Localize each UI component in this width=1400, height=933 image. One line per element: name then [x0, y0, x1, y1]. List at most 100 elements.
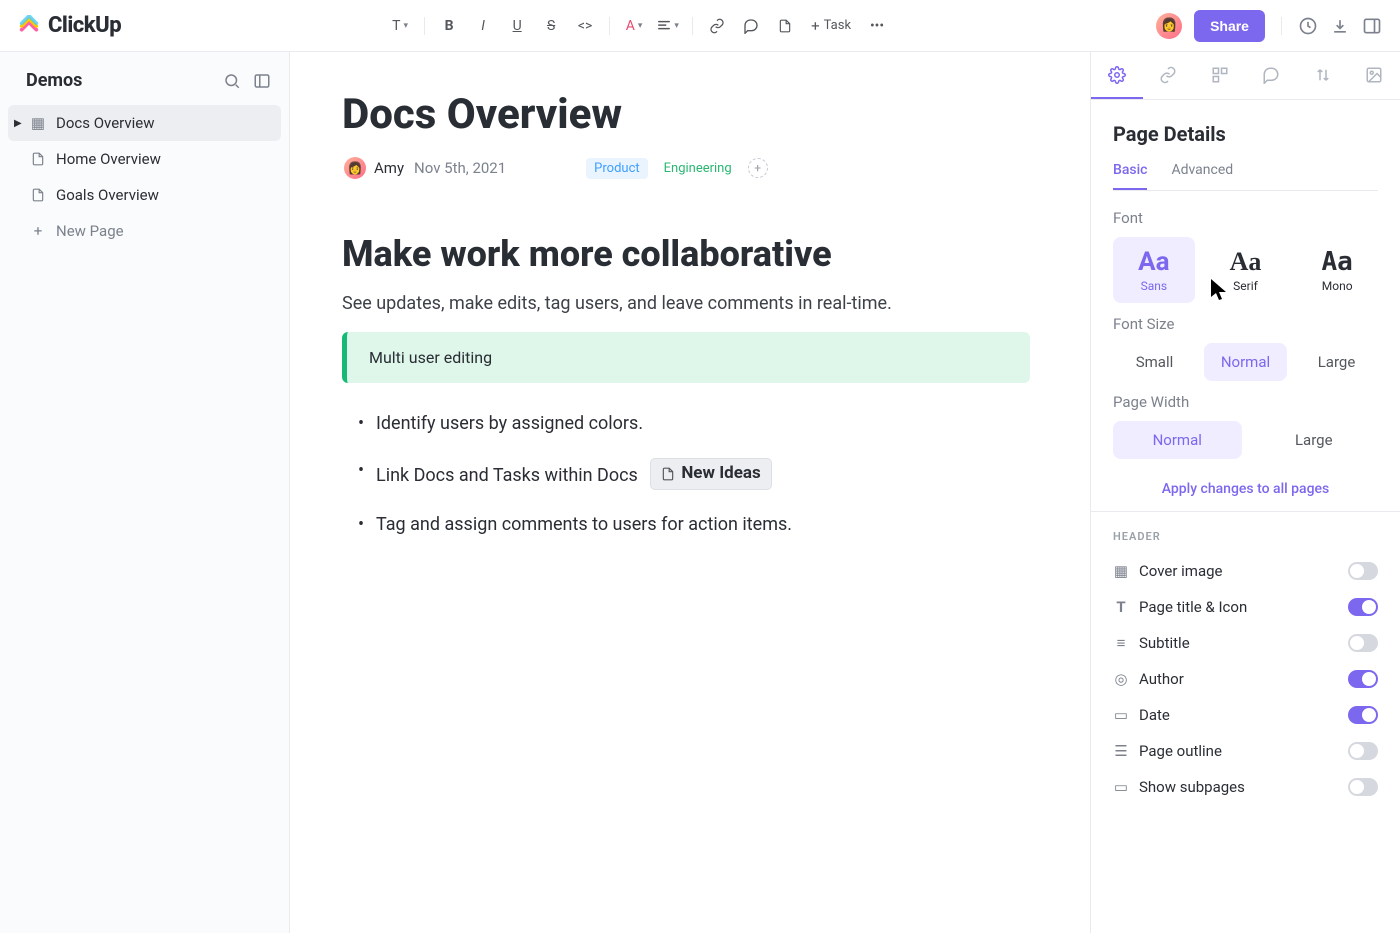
sep — [692, 17, 693, 35]
text-color-button[interactable]: A▾ — [620, 12, 648, 40]
toggle-title-icon[interactable] — [1348, 598, 1378, 616]
toggle-author[interactable] — [1348, 670, 1378, 688]
share-button[interactable]: Share — [1194, 10, 1265, 42]
fontsize-options: Small Normal Large — [1113, 343, 1378, 381]
tag-engineering[interactable]: Engineering — [656, 158, 740, 179]
font-options: AaSans AaSerif AaMono — [1113, 237, 1378, 303]
panel-tabs — [1091, 52, 1400, 100]
history-icon[interactable] — [1298, 16, 1318, 36]
collapse-sidebar-icon[interactable] — [253, 72, 271, 90]
strike-button[interactable]: S — [537, 12, 565, 40]
code-button[interactable]: <> — [571, 12, 599, 40]
size-small[interactable]: Small — [1113, 343, 1196, 381]
link-icon — [1159, 66, 1177, 84]
page-title[interactable]: Docs Overview — [342, 90, 1030, 139]
sidebar-new-page[interactable]: + New Page — [0, 213, 289, 249]
sort-icon — [1314, 66, 1332, 84]
tag-product[interactable]: Product — [586, 158, 647, 179]
tab-sort[interactable] — [1297, 52, 1349, 99]
plus-icon: + — [30, 223, 46, 239]
row-outline: ☰Page outline — [1113, 733, 1378, 769]
tab-board[interactable] — [1194, 52, 1246, 99]
sidebar-item-goals-overview[interactable]: Goals Overview — [0, 177, 289, 213]
person-icon: ◎ — [1113, 671, 1129, 687]
list-item[interactable]: Identify users by assigned colors. — [376, 411, 1030, 436]
panel-body: Page Details Basic Advanced Font AaSans … — [1091, 100, 1400, 833]
bold-button[interactable]: B — [435, 12, 463, 40]
add-tag-button[interactable]: + — [748, 158, 768, 178]
subtab-basic[interactable]: Basic — [1113, 162, 1147, 190]
row-author: ◎Author — [1113, 661, 1378, 697]
chat-icon — [1262, 66, 1280, 84]
size-normal[interactable]: Normal — [1204, 343, 1287, 381]
sep — [609, 17, 610, 35]
toggle-subtitle[interactable] — [1348, 634, 1378, 652]
link-button[interactable] — [703, 12, 731, 40]
more-button[interactable]: ••• — [863, 12, 891, 40]
author-avatar: 👩 — [344, 157, 366, 179]
tab-image[interactable] — [1349, 52, 1400, 99]
list-item[interactable]: Link Docs and Tasks within Docs New Idea… — [376, 458, 1030, 490]
list-item[interactable]: Tag and assign comments to users for act… — [376, 512, 1030, 537]
download-icon[interactable] — [1330, 16, 1350, 36]
width-options: Normal Large — [1113, 421, 1378, 459]
user-avatar[interactable]: 👩 — [1156, 13, 1182, 39]
size-large[interactable]: Large — [1295, 343, 1378, 381]
text-style-button[interactable]: T▾ — [386, 12, 414, 40]
outline-icon: ☰ — [1113, 743, 1129, 759]
tab-comments[interactable] — [1246, 52, 1298, 99]
gear-icon — [1108, 66, 1126, 84]
font-serif[interactable]: AaSerif — [1205, 237, 1287, 303]
header-section-label: HEADER — [1113, 530, 1378, 543]
panel-toggle-icon[interactable] — [1362, 16, 1382, 36]
sidebar-item-home-overview[interactable]: Home Overview — [0, 141, 289, 177]
tag-row: Product Engineering + — [586, 158, 768, 179]
align-button[interactable]: ▾ — [654, 12, 682, 40]
logo: ClickUp — [18, 13, 121, 38]
width-large[interactable]: Large — [1250, 421, 1379, 459]
logo-text: ClickUp — [48, 13, 121, 38]
comment-button[interactable] — [737, 12, 765, 40]
callout-block[interactable]: Multi user editing — [342, 332, 1030, 383]
layout: Demos ▶ ▦ Docs Overview Home Overview Go… — [0, 52, 1400, 933]
sidebar-item-docs-overview[interactable]: ▶ ▦ Docs Overview — [8, 105, 281, 141]
section-heading[interactable]: Make work more collaborative — [342, 233, 1030, 275]
page-button[interactable] — [771, 12, 799, 40]
divider — [1091, 511, 1400, 512]
subtab-advanced[interactable]: Advanced — [1171, 162, 1233, 190]
subtitle-icon: ≡ — [1113, 635, 1129, 651]
toggle-date[interactable] — [1348, 706, 1378, 724]
bullet-list: Identify users by assigned colors. Link … — [342, 411, 1030, 537]
document-main: Docs Overview 👩 Amy Nov 5th, 2021 Produc… — [290, 52, 1090, 933]
toggle-outline[interactable] — [1348, 742, 1378, 760]
format-toolbar: T▾ B I U S <> A▾ ▾ +Task ••• — [386, 12, 891, 40]
width-label: Page Width — [1113, 393, 1378, 411]
author-chip[interactable]: 👩 Amy Nov 5th, 2021 — [344, 157, 506, 179]
doc-date: Nov 5th, 2021 — [414, 159, 506, 177]
doc-meta-row: 👩 Amy Nov 5th, 2021 Product Engineering … — [344, 157, 1030, 179]
font-sans[interactable]: AaSans — [1113, 237, 1195, 303]
tab-settings[interactable] — [1091, 52, 1143, 99]
font-mono[interactable]: AaMono — [1296, 237, 1378, 303]
doc-icon — [30, 151, 46, 167]
tab-relationships[interactable] — [1143, 52, 1195, 99]
doc-icon — [30, 187, 46, 203]
inline-doc-link[interactable]: New Ideas — [650, 458, 771, 490]
section-paragraph[interactable]: See updates, make edits, tag users, and … — [342, 293, 1030, 314]
apply-all-link[interactable]: Apply changes to all pages — [1113, 481, 1378, 497]
underline-button[interactable]: U — [503, 12, 531, 40]
italic-button[interactable]: I — [469, 12, 497, 40]
sidebar-item-label: New Page — [56, 222, 124, 240]
image-icon — [1365, 66, 1383, 84]
add-task-button[interactable]: +Task — [805, 12, 857, 40]
toggle-subpages[interactable] — [1348, 778, 1378, 796]
toggle-cover-image[interactable] — [1348, 562, 1378, 580]
fontsize-label: Font Size — [1113, 315, 1378, 333]
list-item-text: Link Docs and Tasks within Docs — [376, 465, 638, 486]
sep — [424, 17, 425, 35]
width-normal[interactable]: Normal — [1113, 421, 1242, 459]
panel-title: Page Details — [1113, 122, 1378, 146]
text-icon: T — [1113, 599, 1129, 615]
subpages-icon: ▭ — [1113, 779, 1129, 795]
search-icon[interactable] — [223, 72, 241, 90]
